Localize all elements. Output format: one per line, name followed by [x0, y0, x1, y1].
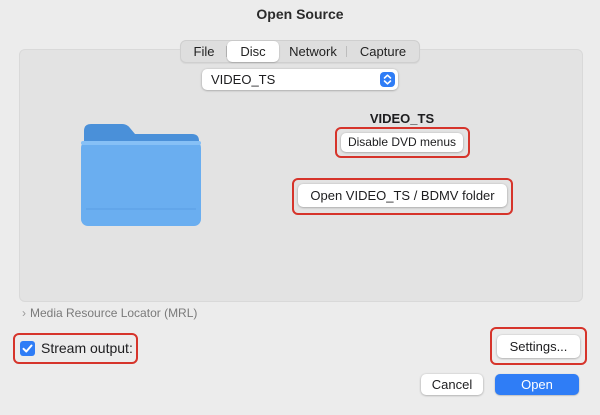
chevron-updown-icon [380, 72, 395, 87]
checkmark-icon [22, 344, 33, 353]
open-button[interactable]: Open [495, 374, 579, 395]
window-title: Open Source [256, 6, 344, 22]
disc-device-value: VIDEO_TS [211, 72, 276, 87]
tab-disc[interactable]: Disc [227, 41, 279, 62]
chevron-right-icon: › [22, 306, 26, 320]
tab-capture[interactable]: Capture [347, 41, 419, 62]
open-folder-button[interactable]: Open VIDEO_TS / BDMV folder [298, 184, 507, 207]
disc-name-label: VIDEO_TS [369, 111, 435, 126]
stream-output-label: Stream output: [41, 340, 133, 356]
tab-network[interactable]: Network [279, 41, 347, 62]
tab-file[interactable]: File [181, 41, 227, 62]
disc-device-select[interactable]: VIDEO_TS [202, 69, 398, 90]
source-tabs: File Disc Network Capture [180, 40, 420, 63]
mrl-label: Media Resource Locator (MRL) [30, 306, 198, 320]
folder-icon [80, 121, 202, 232]
mrl-disclosure[interactable]: › Media Resource Locator (MRL) [22, 306, 197, 320]
stream-output-checkbox[interactable] [20, 341, 35, 356]
settings-button[interactable]: Settings... [497, 335, 580, 358]
cancel-button[interactable]: Cancel [421, 374, 483, 395]
disable-dvd-menus-button[interactable]: Disable DVD menus [341, 133, 463, 152]
